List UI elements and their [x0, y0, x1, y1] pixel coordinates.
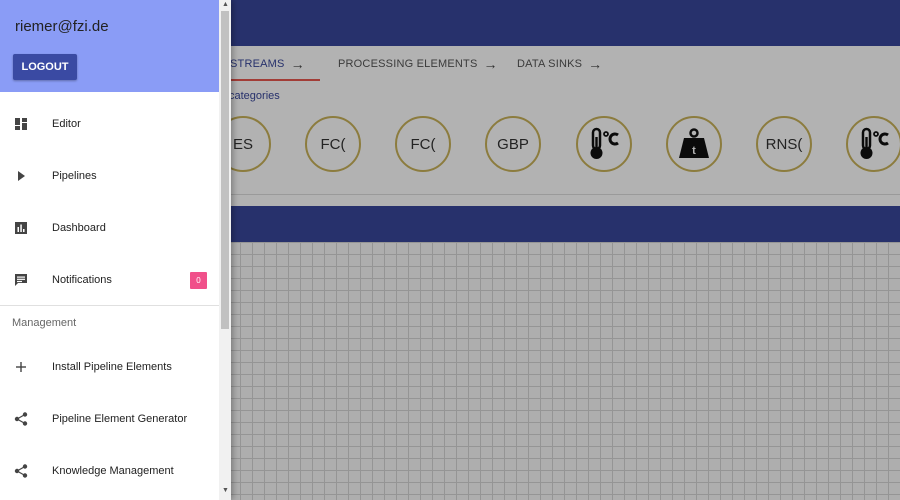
- nav-item-label: Install Pipeline Elements: [52, 361, 172, 373]
- nav-item-label: Dashboard: [52, 222, 106, 234]
- nav-item-pipeline-element-generator[interactable]: Pipeline Element Generator: [0, 393, 219, 445]
- drawer-scrollbar-thumb[interactable]: [221, 11, 229, 329]
- nav-item-pipelines[interactable]: Pipelines: [0, 150, 219, 202]
- nav-item-editor[interactable]: Editor: [0, 98, 219, 150]
- nav-item-label: Editor: [52, 118, 81, 130]
- drawer-header: riemer@fzi.de LOGOUT: [0, 0, 219, 92]
- share-icon: [12, 462, 30, 480]
- scroll-down-arrow-icon[interactable]: ▼: [222, 487, 229, 494]
- play-icon: [12, 167, 30, 185]
- nav-item-label: Knowledge Management: [52, 465, 174, 477]
- section-label-management: Management: [12, 317, 77, 329]
- drawer-divider: [0, 305, 219, 306]
- message-icon: [12, 271, 30, 289]
- dashboard-icon: [12, 115, 30, 133]
- notification-count-badge: 0: [190, 271, 207, 289]
- bar-chart-icon: [12, 219, 30, 237]
- logout-button[interactable]: LOGOUT: [13, 54, 77, 80]
- user-email: riemer@fzi.de: [15, 18, 109, 35]
- plus-icon: [12, 358, 30, 376]
- nav-item-install-pipeline-elements[interactable]: Install Pipeline Elements: [0, 341, 219, 393]
- side-drawer: riemer@fzi.de LOGOUT Editor Pipelines Da…: [0, 0, 231, 500]
- nav-item-knowledge-management[interactable]: Knowledge Management: [0, 445, 219, 497]
- nav-item-label: Pipeline Element Generator: [52, 413, 188, 425]
- nav-item-label: Pipelines: [52, 170, 97, 182]
- nav-item-dashboard[interactable]: Dashboard: [0, 202, 219, 254]
- nav-item-notifications[interactable]: Notifications 0: [0, 254, 219, 306]
- nav-item-label: Notifications: [52, 274, 112, 286]
- scroll-up-arrow-icon[interactable]: ▲: [222, 1, 229, 8]
- share-icon: [12, 410, 30, 428]
